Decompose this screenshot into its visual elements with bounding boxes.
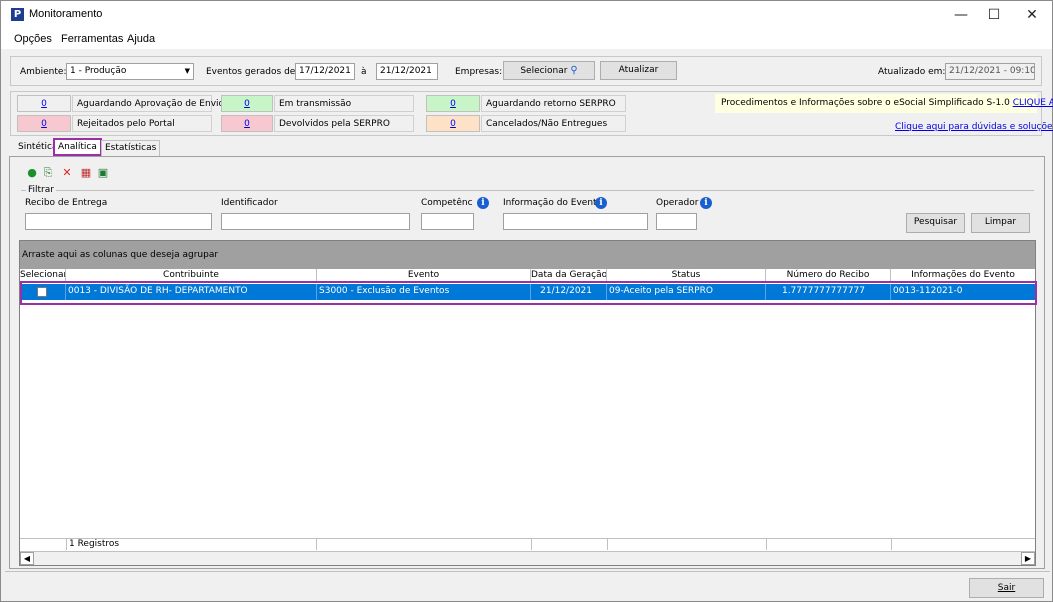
ambiente-value: 1 - Produção: [70, 66, 127, 76]
menu-ajuda[interactable]: Ajuda: [127, 33, 155, 45]
bottom-divider: [5, 571, 1050, 572]
atualizar-button[interactable]: Atualizar: [600, 61, 677, 80]
footer-divider: [607, 539, 608, 550]
recibo-label: Recibo de Entrega: [25, 198, 108, 208]
competencia-label: Competênc: [421, 198, 473, 208]
status-count-devolvidos[interactable]: 0: [221, 115, 273, 132]
ambiente-label: Ambiente:: [20, 67, 67, 77]
status-count-aguardando[interactable]: 0: [17, 95, 71, 112]
informacao-label: Informação do Evento: [503, 198, 603, 208]
recibo-input[interactable]: [25, 213, 212, 230]
status-label-retorno: Aguardando retorno SERPRO: [481, 95, 626, 112]
operador-label: Operador: [656, 198, 699, 208]
identificador-input[interactable]: [221, 213, 410, 230]
sair-button[interactable]: Sair: [969, 578, 1044, 598]
competencia-info-icon[interactable]: i: [477, 197, 489, 209]
menu-opcoes[interactable]: Opções: [14, 33, 52, 45]
app-icon: P: [11, 8, 24, 21]
window-title: Monitoramento: [29, 8, 103, 20]
notice-box: Procedimentos e Informações sobre o eSoc…: [715, 94, 1053, 113]
status-label-devolvidos: Devolvidos pela SERPRO: [274, 115, 414, 132]
date-to-field[interactable]: 21/12/2021: [376, 63, 438, 80]
group-by-area[interactable]: Arraste aqui as colunas que deseja agrup…: [20, 241, 1035, 269]
close-button[interactable]: ✕: [1009, 1, 1053, 29]
empresas-label: Empresas:: [455, 67, 503, 77]
chevron-down-icon: ▼: [184, 67, 190, 75]
status-label-transmissao: Em transmissão: [274, 95, 414, 112]
notice-text: Procedimentos e Informações sobre o eSoc…: [721, 98, 1010, 108]
competencia-input[interactable]: [421, 213, 474, 230]
status-label-cancelados: Cancelados/Não Entregues: [481, 115, 626, 132]
menu-bar: Opções Ferramentas Ajuda: [1, 29, 1052, 49]
informacao-info-icon[interactable]: i: [595, 197, 607, 209]
tab-analitica[interactable]: Analítica: [53, 138, 102, 156]
status-count-retorno[interactable]: 0: [426, 95, 480, 112]
help-link[interactable]: Clique aqui para dúvidas e soluções: [895, 122, 1053, 132]
scroll-right-icon[interactable]: ▶: [1021, 552, 1035, 565]
ambiente-select[interactable]: 1 - Produção ▼: [66, 63, 194, 80]
horizontal-scrollbar[interactable]: ◀ ▶: [20, 551, 1035, 565]
date-separator: à: [361, 67, 367, 77]
menu-ferramentas[interactable]: Ferramentas: [61, 33, 123, 45]
filter-group-label: Filtrar: [26, 185, 56, 195]
monitoramento-window: P Monitoramento — ☐ ✕ Opções Ferramentas…: [0, 0, 1053, 602]
status-count-cancelados[interactable]: 0: [426, 115, 480, 132]
identificador-label: Identificador: [221, 198, 278, 208]
footer-divider: [766, 539, 767, 550]
footer-divider: [891, 539, 892, 550]
pesquisar-button[interactable]: Pesquisar: [906, 213, 965, 233]
selecionar-button[interactable]: Selecionar ⚲: [503, 61, 595, 80]
informacao-input[interactable]: [503, 213, 648, 230]
export-icon[interactable]: ⎘: [42, 167, 54, 179]
eventos-label: Eventos gerados de:: [206, 67, 299, 77]
footer-divider: [531, 539, 532, 550]
title-bar: P Monitoramento — ☐ ✕: [1, 1, 1052, 29]
status-label-aguardando: Aguardando Aprovação de Envio: [72, 95, 224, 112]
globe-icon[interactable]: ●: [26, 167, 38, 179]
atualizado-label: Atualizado em:: [878, 67, 946, 77]
operador-info-icon[interactable]: i: [700, 197, 712, 209]
delete-icon[interactable]: ✕: [61, 167, 73, 179]
selecionar-label: Selecionar: [520, 66, 568, 76]
calendar-icon[interactable]: ▦: [80, 167, 92, 179]
notice-link[interactable]: CLIQUE AQUI: [1013, 98, 1053, 108]
status-count-rejeitados[interactable]: 0: [17, 115, 71, 132]
excel-icon[interactable]: ▣: [97, 167, 109, 179]
limpar-button[interactable]: Limpar: [971, 213, 1030, 233]
status-label-rejeitados: Rejeitados pelo Portal: [72, 115, 212, 132]
search-icon: ⚲: [570, 65, 578, 76]
date-from-field[interactable]: 17/12/2021: [295, 63, 355, 80]
tab-estatisticas[interactable]: Estatísticas: [101, 140, 161, 156]
scroll-left-icon[interactable]: ◀: [20, 552, 34, 565]
row-highlight: [20, 281, 1037, 305]
record-count: 1 Registros: [66, 539, 317, 550]
atualizado-value: 21/12/2021 - 09:10: [945, 63, 1035, 80]
operador-input[interactable]: [656, 213, 697, 230]
grid-footer: 1 Registros: [20, 538, 1035, 550]
status-count-transmissao[interactable]: 0: [221, 95, 273, 112]
